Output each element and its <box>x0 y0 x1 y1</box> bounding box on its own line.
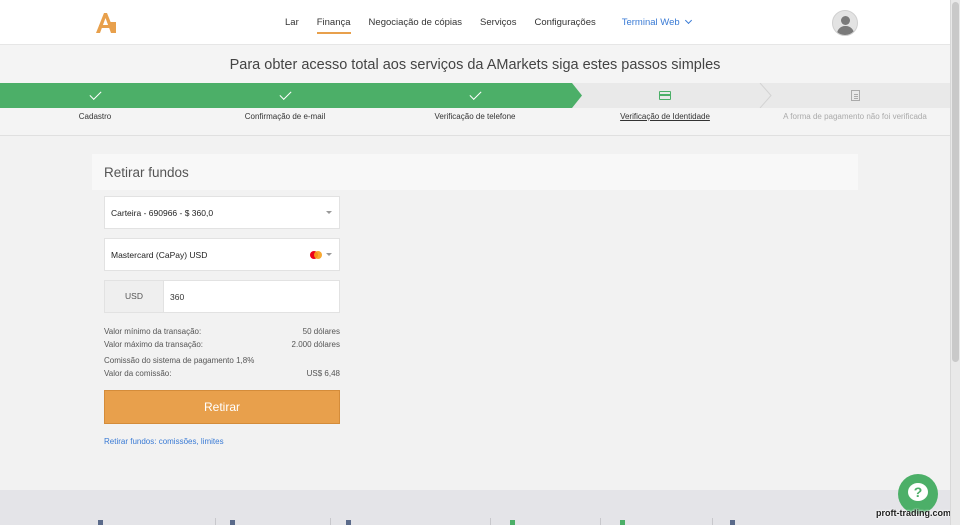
fees-limits-link[interactable]: Retirar fundos: comissões, limites <box>104 437 224 446</box>
avatar-head <box>841 16 850 25</box>
nav-web-terminal-label: Terminal Web <box>621 17 680 28</box>
nav-web-terminal[interactable]: Terminal Web <box>621 0 692 45</box>
wallet-select-value: Carteira - 690966 - $ 360,0 <box>111 208 214 218</box>
nav-finance[interactable]: Finança <box>316 0 351 45</box>
top-header: Lar Finança Negociação de cópias Serviço… <box>0 0 950 45</box>
amount-field: USD <box>104 280 340 313</box>
footer-divider <box>215 518 216 525</box>
chevron-down-icon <box>684 16 692 25</box>
footer-icon <box>230 520 235 525</box>
caret-down-icon <box>326 253 332 256</box>
watermark-text: proft-trading.com <box>876 508 951 518</box>
panel-title: Retirar fundos <box>104 165 189 180</box>
footer-divider <box>712 518 713 525</box>
step-3-icon-wrap <box>380 83 570 108</box>
nav-services[interactable]: Serviços <box>480 0 516 45</box>
amarkets-logo-icon[interactable] <box>92 10 118 36</box>
step-label-email: Confirmação de e-mail <box>244 112 326 121</box>
commission-value: US$ 6,48 <box>306 369 340 378</box>
commission-rate-label: Comissão do sistema de pagamento 1,8% <box>104 356 255 365</box>
withdraw-panel-header: Retirar fundos <box>92 154 858 190</box>
page-scrollbar[interactable] <box>950 0 960 525</box>
footer-icon <box>730 520 735 525</box>
commission-value-label: Valor da comissão: <box>104 369 172 378</box>
caret-down-icon <box>326 211 332 214</box>
payment-method-value: Mastercard (CaPay) USD <box>111 250 208 260</box>
max-amount-row: Valor máximo da transação: 2.000 dólares <box>104 340 340 351</box>
mastercard-icon <box>310 251 322 259</box>
footer-icon <box>620 520 625 525</box>
max-amount-label: Valor máximo da transação: <box>104 340 204 349</box>
payment-method-select[interactable]: Mastercard (CaPay) USD <box>104 238 340 271</box>
page-footer <box>0 490 950 525</box>
footer-divider <box>490 518 491 525</box>
nav-settings[interactable]: Configurações <box>534 0 595 45</box>
step-label-registration: Cadastro <box>78 112 112 121</box>
nav-home[interactable]: Lar <box>285 0 299 45</box>
step-label-payment-method: A forma de pagamento não foi verificada <box>783 112 927 121</box>
scrollbar-thumb[interactable] <box>952 2 959 362</box>
min-amount-label: Valor mínimo da transação: <box>104 327 202 336</box>
footer-icon <box>510 520 515 525</box>
step-label-identity[interactable]: Verificação de Identidade <box>570 112 760 121</box>
credit-card-icon <box>659 91 671 100</box>
onboarding-steps: Para obter acesso total aos serviços da … <box>0 45 950 136</box>
withdraw-button[interactable]: Retirar <box>104 390 340 424</box>
step-2-icon-wrap <box>190 83 380 108</box>
currency-label: USD <box>105 281 164 312</box>
step-1-icon-wrap <box>0 83 190 108</box>
footer-divider <box>600 518 601 525</box>
commission-value-row: Valor da comissão: US$ 6,48 <box>104 369 340 380</box>
main-nav: Lar Finança Negociação de cópias Serviço… <box>285 0 709 45</box>
min-amount-value: 50 dólares <box>302 327 340 336</box>
amount-input[interactable] <box>165 281 339 312</box>
document-icon <box>850 90 860 101</box>
check-icon <box>468 87 482 101</box>
help-question-icon: ? <box>908 483 928 501</box>
step-labels: Cadastro Confirmação de e-mail Verificaç… <box>0 112 950 126</box>
avatar-body <box>837 26 854 35</box>
max-amount-value: 2.000 dólares <box>291 340 340 349</box>
min-amount-row: Valor mínimo da transação: 50 dólares <box>104 327 340 338</box>
nav-copy-trading[interactable]: Negociação de cópias <box>369 0 462 45</box>
user-avatar[interactable] <box>832 10 858 36</box>
check-icon <box>88 87 102 101</box>
footer-divider <box>330 518 331 525</box>
footer-icon <box>346 520 351 525</box>
footer-icon <box>98 520 103 525</box>
wallet-select[interactable]: Carteira - 690966 - $ 360,0 <box>104 196 340 229</box>
steps-title: Para obter acesso total aos serviços da … <box>229 57 721 73</box>
step-label-phone: Verificação de telefone <box>434 112 516 121</box>
step-4-icon-wrap <box>570 83 760 108</box>
step-5-icon-wrap <box>760 83 950 108</box>
check-icon <box>278 87 292 101</box>
commission-rate-row: Comissão do sistema de pagamento 1,8% <box>104 356 340 367</box>
